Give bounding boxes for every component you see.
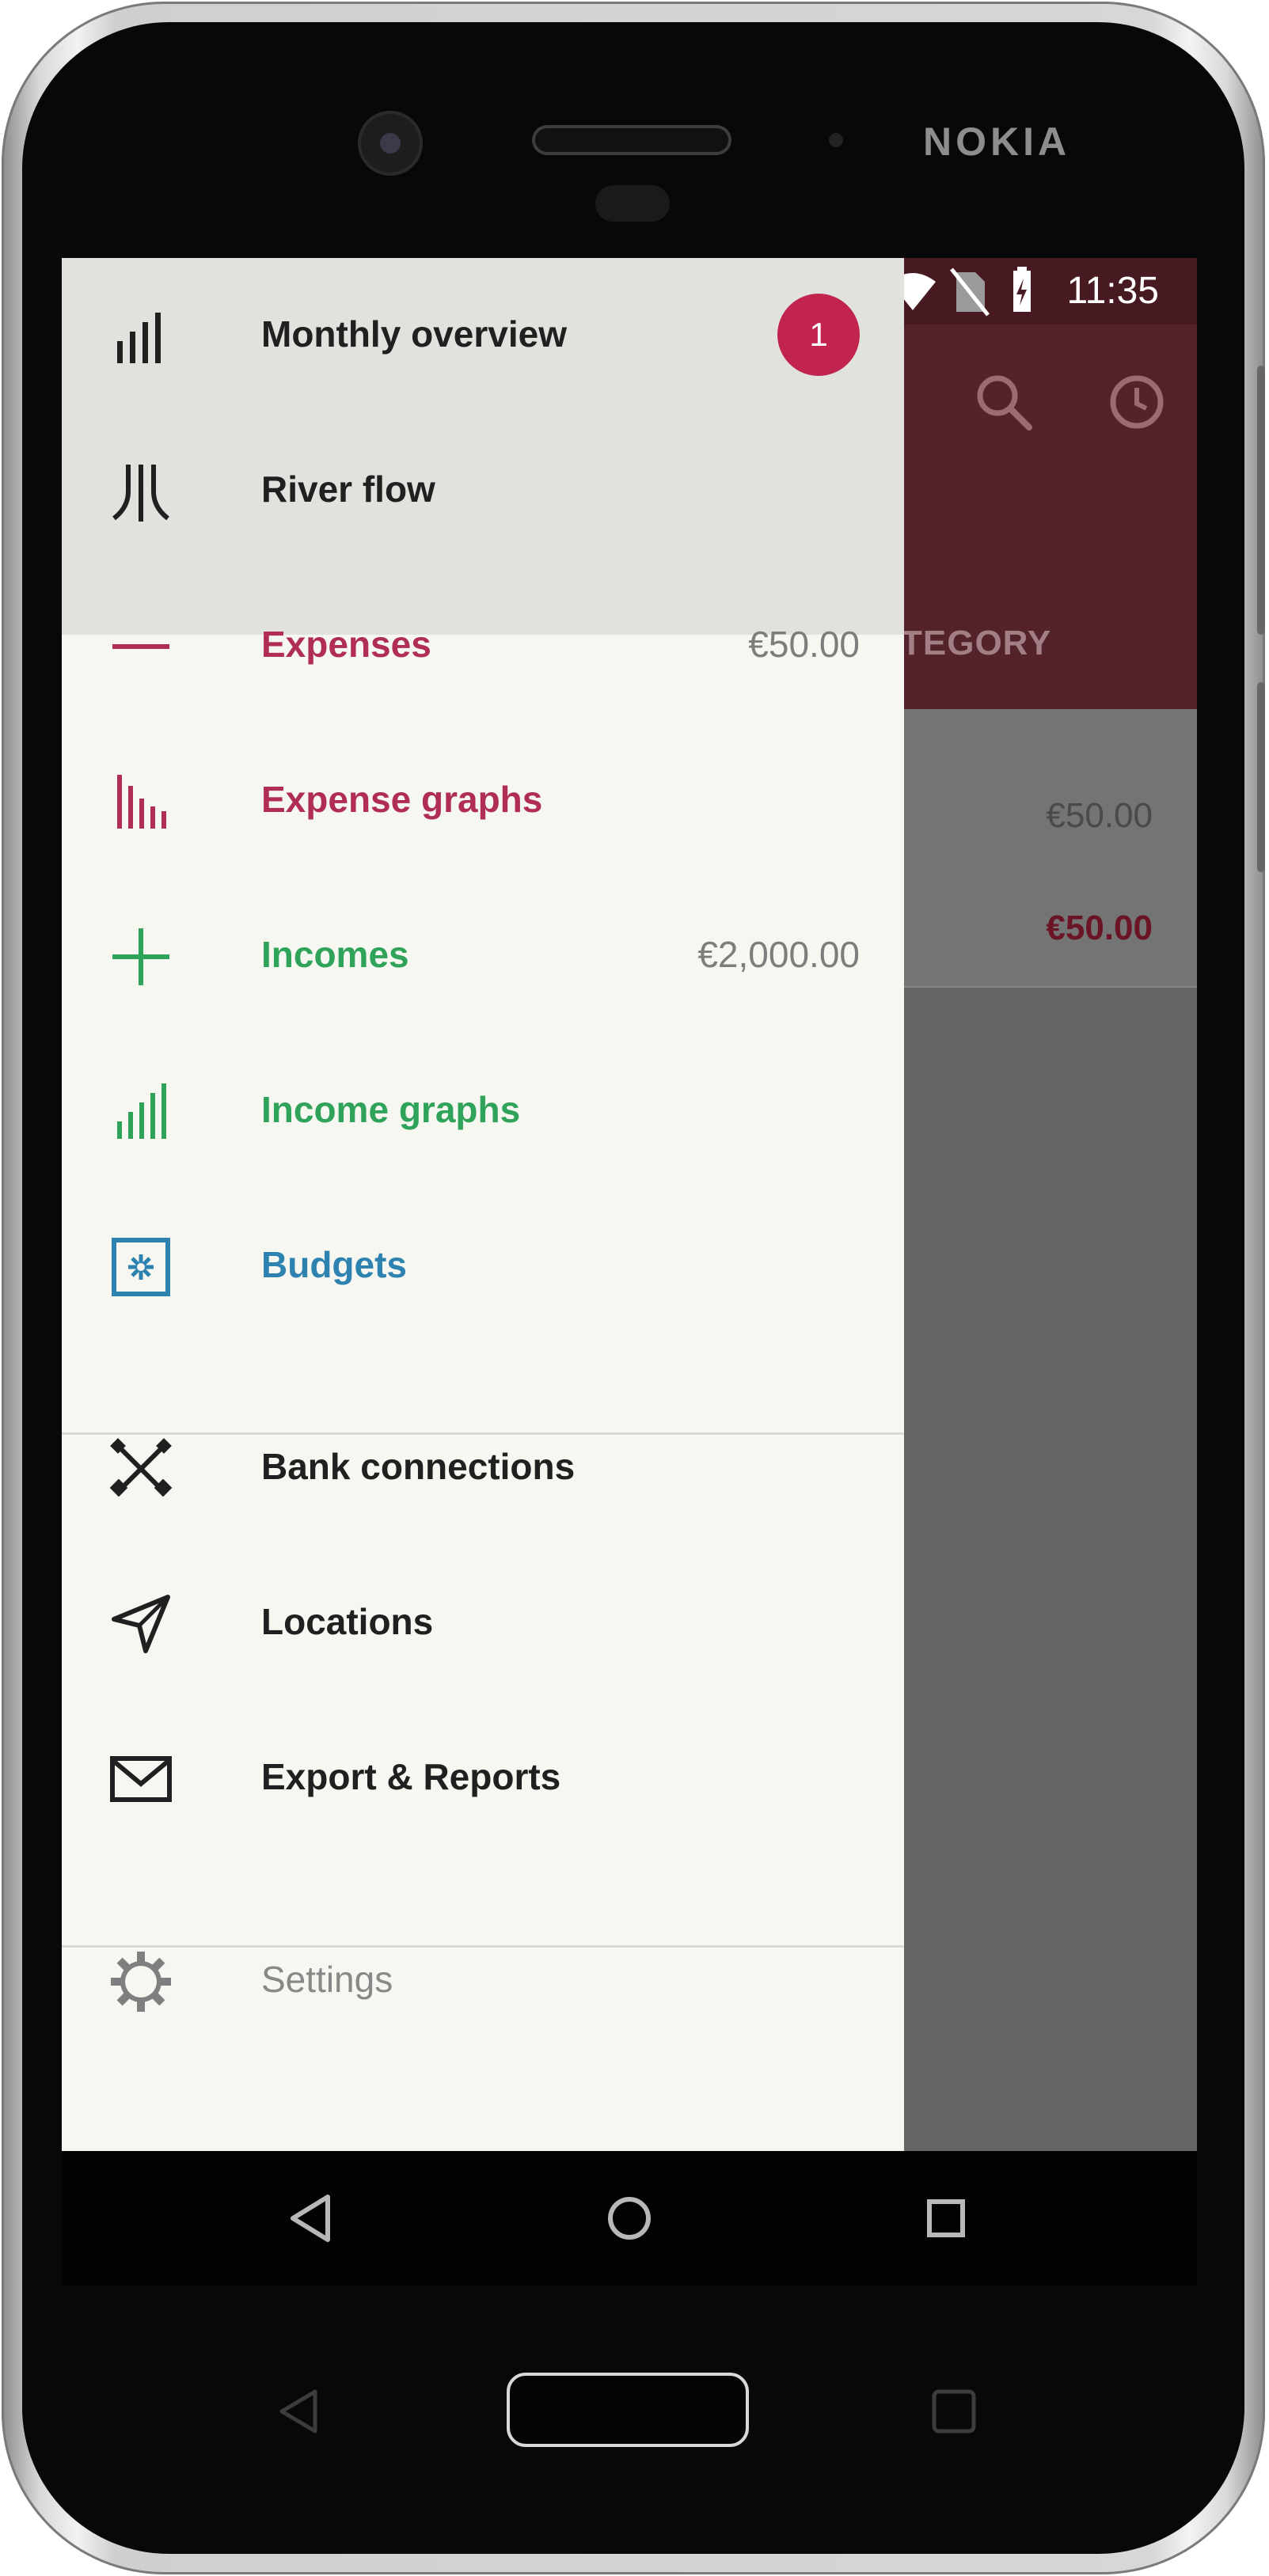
drawer-item-budgets[interactable]: Budgets xyxy=(62,1189,904,1345)
hardware-back-icon xyxy=(279,2389,317,2434)
history-clock-icon[interactable] xyxy=(1105,370,1168,434)
notification-light xyxy=(595,185,670,222)
drawer-item-label: Budgets xyxy=(261,1244,407,1285)
back-icon[interactable] xyxy=(275,2183,347,2254)
drawer-item-label: Settings xyxy=(261,1959,393,2000)
screen: TEGORY €50.00 €50.00 11:35 Monthly overv… xyxy=(62,258,1197,2151)
drawer-item-locations[interactable]: Locations xyxy=(62,1546,904,1702)
expenses-amount: €50.00 xyxy=(748,624,860,665)
expense-graph-icon xyxy=(117,775,166,829)
drawer-item-settings[interactable]: Settings xyxy=(62,1904,904,2059)
power-button xyxy=(1257,682,1265,872)
drawer-item-label: Monthly overview xyxy=(261,313,567,355)
notification-badge: 1 xyxy=(777,294,860,376)
drawer-item-income-graphs[interactable]: Income graphs xyxy=(62,1034,904,1189)
gear-icon xyxy=(111,1952,171,2012)
hardware-home-button xyxy=(507,2373,749,2447)
volume-button xyxy=(1257,366,1265,635)
drawer-item-monthly-overview[interactable]: Monthly overview 1 xyxy=(62,259,904,414)
no-sim-icon xyxy=(950,267,990,317)
mail-icon xyxy=(110,1756,172,1802)
earpiece-speaker xyxy=(532,125,731,155)
navigation-drawer: Monthly overview 1 River flow Expenses €… xyxy=(62,258,904,2151)
battery-charging-icon xyxy=(1013,267,1031,312)
drawer-item-label: Incomes xyxy=(261,934,409,975)
incomes-amount: €2,000.00 xyxy=(697,934,860,975)
drawer-item-label: Locations xyxy=(261,1601,434,1642)
drawer-item-label: River flow xyxy=(261,469,435,510)
drawer-item-export-reports[interactable]: Export & Reports xyxy=(62,1702,904,1857)
drawer-item-river-flow[interactable]: River flow xyxy=(62,414,904,569)
search-icon[interactable] xyxy=(972,370,1035,434)
drawer-item-bank-connections[interactable]: Bank connections xyxy=(62,1391,904,1546)
drawer-item-label: Export & Reports xyxy=(261,1756,561,1797)
drawer-item-expense-graphs[interactable]: Expense graphs xyxy=(62,724,904,879)
tab-category[interactable]: TEGORY xyxy=(901,624,1051,663)
income-graph-icon xyxy=(117,1083,166,1139)
bar-chart-icon xyxy=(117,313,161,363)
bank-connections-icon xyxy=(109,1438,173,1497)
drawer-item-incomes[interactable]: Incomes €2,000.00 xyxy=(62,879,904,1034)
recents-icon[interactable] xyxy=(910,2183,982,2254)
proximity-sensor xyxy=(829,133,843,147)
minus-icon xyxy=(112,644,169,649)
location-arrow-icon xyxy=(112,1595,170,1653)
home-icon[interactable] xyxy=(594,2183,665,2254)
status-time: 11:35 xyxy=(1066,270,1159,312)
total-amount: €50.00 xyxy=(1046,909,1153,947)
navigation-bar xyxy=(62,2151,1197,2286)
drawer-item-label: Income graphs xyxy=(261,1089,521,1130)
drawer-item-expenses[interactable]: Expenses €50.00 xyxy=(62,569,904,724)
budget-icon xyxy=(112,1238,170,1296)
plus-icon xyxy=(112,928,169,985)
row-amount: €50.00 xyxy=(1046,796,1153,835)
drawer-item-label: Bank connections xyxy=(261,1446,576,1487)
drawer-item-label: Expense graphs xyxy=(261,779,543,820)
hardware-recents-icon xyxy=(932,2389,976,2434)
front-camera xyxy=(358,111,423,176)
river-flow-icon xyxy=(112,465,169,522)
drawer-item-label: Expenses xyxy=(261,624,431,665)
brand-logo: NOKIA xyxy=(923,120,1071,164)
